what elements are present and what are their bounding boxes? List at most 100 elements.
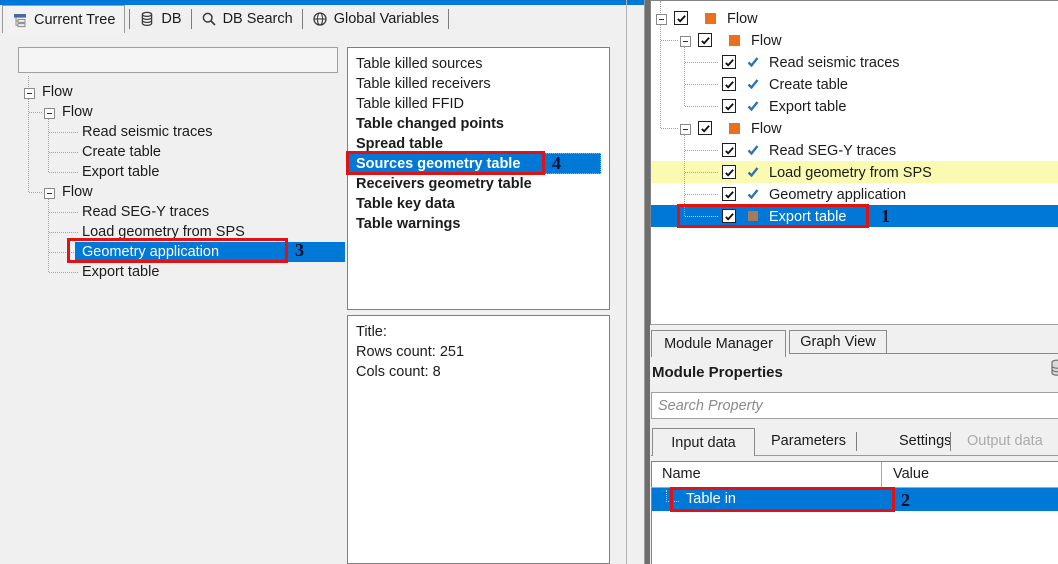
tree-item-load-geometry-from-sps[interactable]: Load geometry from SPS <box>769 162 932 184</box>
list-item[interactable]: Table killed sources <box>356 54 483 74</box>
tree-connector <box>28 76 29 87</box>
tree-item-read-segy-traces[interactable]: Read SEG-Y traces <box>82 202 209 222</box>
checkbox-checked[interactable] <box>722 143 736 157</box>
expand-toggle[interactable] <box>24 88 35 99</box>
tab-label: Current Tree <box>34 11 116 28</box>
checkbox-checked[interactable] <box>722 165 736 179</box>
module-check-icon <box>746 99 760 113</box>
expand-toggle[interactable] <box>680 124 691 135</box>
tree-connector <box>49 152 78 153</box>
tab-input-data[interactable]: Input data <box>652 428 755 456</box>
checkbox-checked[interactable] <box>674 11 688 25</box>
tree-connector <box>685 84 718 85</box>
tab-label: Global Variables <box>333 11 440 27</box>
checkbox-checked[interactable] <box>698 121 712 135</box>
tree-item-read-seismic-traces[interactable]: Read seismic traces <box>769 52 900 74</box>
tab-separator <box>856 432 857 451</box>
expand-toggle[interactable] <box>680 36 691 47</box>
module-check-icon <box>746 55 760 69</box>
checkbox-checked[interactable] <box>698 33 712 47</box>
tab-graph-view[interactable]: Graph View <box>789 330 887 354</box>
tree-item-create-table[interactable]: Create table <box>82 142 161 162</box>
tab-label: Module Manager <box>664 336 773 352</box>
tree-item-flow[interactable]: Flow <box>751 30 782 52</box>
expand-toggle[interactable] <box>656 14 667 25</box>
tree-connector <box>49 172 78 173</box>
expand-toggle[interactable] <box>44 108 55 119</box>
module-check-icon <box>746 187 760 201</box>
tree-item-geometry-application[interactable]: Geometry application <box>769 184 906 206</box>
tab-label: DB <box>161 11 182 27</box>
flow-square-icon <box>705 13 716 24</box>
annotation-number-1: 1 <box>881 206 890 226</box>
tree-item-flow[interactable]: Flow <box>727 8 758 30</box>
list-item[interactable]: Table killed FFID <box>356 94 464 114</box>
dock-edge-line <box>626 0 627 564</box>
tab-db-search[interactable]: DB Search <box>192 5 302 33</box>
list-item[interactable]: Table killed receivers <box>356 74 491 94</box>
tree-connector <box>48 118 49 172</box>
tree-connector <box>685 194 718 195</box>
tree-item-flow[interactable]: Flow <box>62 182 93 202</box>
tree-connector <box>685 106 718 107</box>
tree-connector <box>49 212 78 213</box>
column-header-value: Value <box>893 466 930 482</box>
tab-label: Graph View <box>800 334 876 350</box>
expand-toggle[interactable] <box>44 188 55 199</box>
tree-connector <box>48 198 49 272</box>
tree-connector <box>29 112 42 113</box>
annotation-number-2: 2 <box>901 490 910 510</box>
checkbox-checked[interactable] <box>722 55 736 69</box>
tab-db[interactable]: DB <box>130 5 190 33</box>
list-item[interactable]: Receivers geometry table <box>356 174 532 194</box>
tree-icon <box>12 12 28 28</box>
globe-icon <box>312 11 328 27</box>
annotation-box-1 <box>677 204 869 228</box>
tab-output-data: Output data <box>967 433 1043 449</box>
tree-connector <box>661 40 678 41</box>
annotation-box-4 <box>346 151 545 175</box>
tree-item-flow[interactable]: Flow <box>751 118 782 140</box>
list-item[interactable]: Table changed points <box>356 114 504 134</box>
table-info-cols-count: Cols count: 8 <box>356 364 441 380</box>
application-window: Current Tree DB DB Search Global Variabl… <box>0 0 1058 564</box>
tab-separator <box>950 432 951 451</box>
column-header-name: Name <box>662 466 701 482</box>
tree-connector <box>684 46 685 106</box>
tree-filter-input[interactable] <box>18 47 338 73</box>
tab-current-tree[interactable]: Current Tree <box>2 5 126 33</box>
tree-item-export-table[interactable]: Export table <box>82 162 159 182</box>
tree-connector <box>685 172 718 173</box>
module-check-icon <box>746 77 760 91</box>
tree-item-flow[interactable]: Flow <box>62 102 93 122</box>
tree-item-export-table[interactable]: Export table <box>769 96 846 118</box>
tab-parameters[interactable]: Parameters <box>771 428 846 455</box>
database-icon <box>139 11 155 27</box>
tab-module-manager[interactable]: Module Manager <box>651 330 786 357</box>
tree-item-create-table[interactable]: Create table <box>769 74 848 96</box>
tree-item-export-table[interactable]: Export table <box>82 262 159 282</box>
tree-connector <box>49 132 78 133</box>
search-icon <box>201 11 217 27</box>
tree-item-read-seismic-traces[interactable]: Read seismic traces <box>82 122 213 142</box>
properties-grid <box>651 461 1058 564</box>
table-info-title: Title: <box>356 324 387 340</box>
checkbox-checked[interactable] <box>722 187 736 201</box>
grid-column-divider <box>881 462 882 487</box>
flow-square-icon <box>729 35 740 46</box>
tree-item-flow[interactable]: Flow <box>42 82 73 102</box>
tree-connector <box>29 192 42 193</box>
list-item[interactable]: Table key data <box>356 194 455 214</box>
checkbox-checked[interactable] <box>722 77 736 91</box>
tree-connector <box>49 272 78 273</box>
list-item[interactable]: Table warnings <box>356 214 460 234</box>
tab-global-variables[interactable]: Global Variables <box>303 5 448 33</box>
tab-separator <box>448 9 450 29</box>
checkbox-checked[interactable] <box>722 99 736 113</box>
tab-settings[interactable]: Settings <box>899 428 951 455</box>
tree-item-read-segy-traces[interactable]: Read SEG-Y traces <box>769 140 896 162</box>
search-property-input[interactable] <box>651 392 1058 419</box>
module-properties-heading: Module Properties <box>652 364 783 381</box>
table-info-panel: Title: Rows count: 251 Cols count: 8 <box>347 315 610 564</box>
database-icon <box>1049 359 1058 377</box>
